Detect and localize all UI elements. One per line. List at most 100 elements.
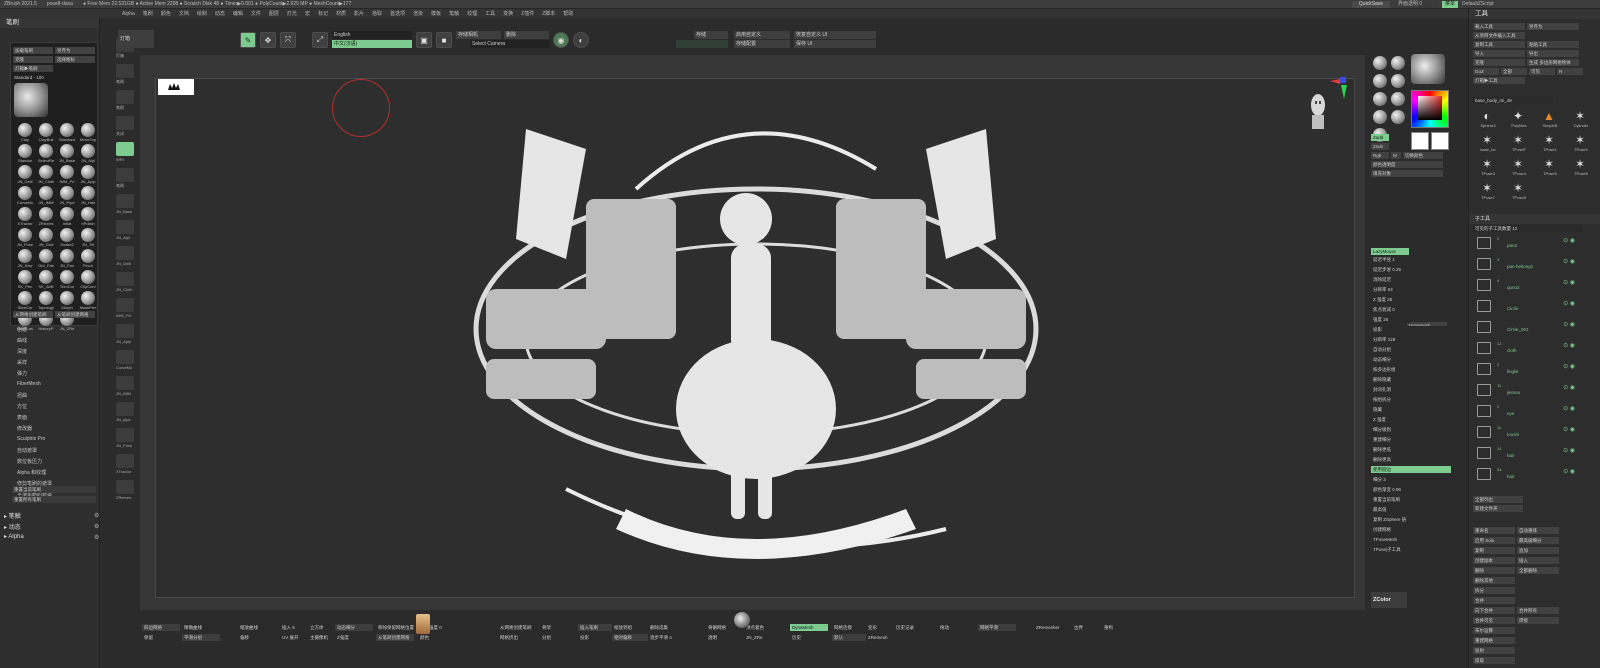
save-camera-button[interactable]: 存储相机 bbox=[456, 31, 501, 39]
brush-icon[interactable] bbox=[60, 270, 74, 284]
menu-item[interactable]: 渲染 bbox=[409, 10, 427, 17]
viewport-canvas[interactable] bbox=[155, 77, 1355, 598]
brush-submenu-item[interactable]: 弹力 bbox=[17, 370, 27, 377]
menu-item[interactable]: 帮助 bbox=[559, 10, 577, 17]
color-picker-square[interactable] bbox=[1418, 96, 1442, 120]
default-zscript-button[interactable]: DefaultZScript bbox=[1462, 1, 1500, 8]
zadd-button[interactable]: Zadd bbox=[1371, 134, 1389, 141]
brush-icon[interactable] bbox=[18, 291, 32, 305]
tray-brush-icon[interactable] bbox=[1391, 56, 1405, 70]
eye-icon[interactable]: ⊙ ◉ bbox=[1563, 405, 1575, 412]
menu-item[interactable]: 笔触 bbox=[445, 10, 463, 17]
brush-icon[interactable] bbox=[18, 249, 32, 263]
tray-slider[interactable]: 细分级别 bbox=[1371, 426, 1451, 433]
menu-item[interactable]: 图层 bbox=[265, 10, 283, 17]
tool-thumbnail-icon[interactable]: ✦ bbox=[1510, 109, 1526, 123]
subtool-row[interactable]: 3 pan-heitong1 ⊙ ◉ bbox=[1477, 256, 1575, 274]
tray-slider[interactable]: 删除更低 bbox=[1371, 446, 1451, 453]
tool-action-button[interactable]: 复制工具 bbox=[1473, 41, 1525, 48]
menu-item[interactable]: 文件 bbox=[247, 10, 265, 17]
orientation-head-gizmo[interactable] bbox=[1306, 89, 1330, 133]
list-all-button[interactable]: 全部列出 bbox=[1473, 496, 1523, 503]
tray-slider[interactable]: 删除隐藏 bbox=[1371, 376, 1411, 383]
color-swatch[interactable] bbox=[1431, 132, 1449, 150]
subtool-title[interactable]: 子工具 bbox=[1469, 214, 1600, 224]
eye-icon[interactable]: ⊙ ◉ bbox=[1563, 342, 1575, 349]
menu-item[interactable]: 宏 bbox=[301, 10, 314, 17]
tray-brush-icon[interactable] bbox=[1391, 74, 1405, 88]
subtool-action-button[interactable]: 创建副本 bbox=[1473, 557, 1515, 564]
subtool-action-button[interactable]: 删除 bbox=[1473, 567, 1515, 574]
bottom-shelf-button[interactable]: 缩放曲线 bbox=[238, 624, 276, 631]
tray-slider[interactable]: Z 强度 bbox=[1371, 416, 1451, 423]
tool-action-button[interactable]: 粘贴工具 bbox=[1527, 41, 1579, 48]
eye-icon[interactable]: ⊙ ◉ bbox=[1563, 321, 1575, 328]
bottom-shelf-button[interactable]: 网格平滑 bbox=[978, 624, 1016, 631]
bottom-shelf-button[interactable]: 历史记录 bbox=[894, 624, 932, 631]
brush-icon[interactable] bbox=[39, 291, 53, 305]
tray-slider[interactable]: 投影 bbox=[1371, 326, 1451, 333]
bottom-shelf-button[interactable]: 网格连接 bbox=[832, 624, 870, 631]
gear-icon[interactable]: ⚙ bbox=[94, 512, 99, 519]
tray-slider[interactable]: 按组拆分 bbox=[1371, 396, 1451, 403]
clone-button[interactable]: 克隆 bbox=[13, 56, 53, 63]
tool-thumbnail-icon[interactable]: ✶ bbox=[1572, 109, 1588, 123]
tray-slider[interactable]: 自动分组 bbox=[1371, 346, 1411, 353]
tool-action-button[interactable]: 克隆 bbox=[1473, 59, 1525, 66]
tool-thumbnail-icon[interactable]: ✶ bbox=[1541, 157, 1557, 171]
subtool-row[interactable]: 11 toushi ⊙ ◉ bbox=[1477, 424, 1575, 442]
tool-thumbnail-icon[interactable]: ✶ bbox=[1510, 133, 1526, 147]
reset-current-brush-button[interactable]: 重置当前笔刷 bbox=[12, 486, 96, 493]
brush-icon[interactable] bbox=[39, 249, 53, 263]
brush-submenu-item[interactable]: FiberMesh bbox=[17, 381, 41, 387]
subtool-action-button[interactable]: 复制 bbox=[1473, 547, 1515, 554]
load-brush-button[interactable]: 加载笔刷 bbox=[13, 47, 53, 54]
brush-icon[interactable] bbox=[81, 228, 95, 242]
subtool-action-button[interactable]: 提取 bbox=[1473, 657, 1515, 664]
gear-icon[interactable]: ⚙ bbox=[94, 534, 99, 541]
tool-action-button[interactable]: 导入 bbox=[1473, 50, 1525, 57]
tool-action-button[interactable]: 载入工具 bbox=[1473, 23, 1525, 30]
tool-thumbnail-icon[interactable]: ✶ bbox=[1479, 157, 1495, 171]
brush-icon[interactable] bbox=[39, 165, 53, 179]
menu-item[interactable]: 文档 bbox=[175, 10, 193, 17]
bottom-shelf-button[interactable]: 从网格创建笔刷 bbox=[498, 624, 536, 631]
subtool-row[interactable]: Circle ⊙ ◉ bbox=[1477, 298, 1575, 316]
subtool-row[interactable]: 34 hair ⊙ ◉ bbox=[1477, 466, 1575, 484]
tray-slider[interactable]: 焦点衰减 0 bbox=[1371, 306, 1451, 313]
subtool-action-button[interactable]: 启用 Solo bbox=[1473, 537, 1515, 544]
subtool-action-button[interactable]: 删除其他 bbox=[1473, 577, 1515, 584]
eye-icon[interactable]: ⊙ ◉ bbox=[1563, 279, 1575, 286]
eye-icon[interactable]: ⊙ ◉ bbox=[1563, 363, 1575, 370]
bottom-shelf-button[interactable]: 精确曲线 bbox=[182, 624, 220, 631]
menu-item[interactable]: 纹理 bbox=[463, 10, 481, 17]
brush-submenu-item[interactable]: 扭曲 bbox=[17, 392, 27, 399]
bottom-shelf-button[interactable]: 逐步平滑 4 bbox=[648, 634, 686, 641]
focus-toggle-icon[interactable]: ◐ bbox=[573, 32, 589, 48]
lightbox-brush-button[interactable]: 灯箱▶笔刷 bbox=[13, 65, 53, 72]
tool-action-button[interactable]: 从项目文件载入工具 bbox=[1473, 32, 1525, 39]
stroke-palette-title[interactable]: ▸ 笔触 bbox=[4, 511, 21, 520]
shelf-brush-button[interactable] bbox=[116, 246, 134, 260]
brush-icon[interactable] bbox=[60, 186, 74, 200]
brush-icon[interactable] bbox=[60, 123, 74, 137]
brush-submenu-item[interactable]: 深度 bbox=[17, 348, 27, 355]
subtool-action-button[interactable]: 合并可见 bbox=[1473, 617, 1515, 624]
menu-item[interactable]: 绘制 bbox=[193, 10, 211, 17]
tool-thumbnail-icon[interactable]: ✶ bbox=[1572, 133, 1588, 147]
brush-icon[interactable] bbox=[81, 144, 95, 158]
tool-action-button[interactable]: R bbox=[1557, 68, 1583, 75]
tray-slider[interactable]: 强度 25 bbox=[1371, 316, 1411, 323]
eye-icon[interactable]: ⊙ ◉ bbox=[1563, 447, 1575, 454]
rgb-intensity-button[interactable]: 切换颜色 bbox=[1403, 152, 1443, 159]
eye-icon[interactable]: ⊙ ◉ bbox=[1563, 468, 1575, 475]
shelf-brush-button[interactable] bbox=[116, 142, 134, 156]
tool-action-button[interactable]: 可见 bbox=[1529, 68, 1555, 75]
brush-icon[interactable] bbox=[18, 270, 32, 284]
menu-item[interactable]: Alpha bbox=[118, 11, 139, 17]
tool-action-button[interactable]: 灯箱▶工具 bbox=[1473, 77, 1525, 84]
subtool-row[interactable]: 14 hair ⊙ ◉ bbox=[1477, 445, 1575, 463]
shelf-brush-button[interactable] bbox=[116, 116, 134, 130]
shelf-brush-button[interactable] bbox=[116, 220, 134, 234]
bottom-shelf-button[interactable]: 保留 bbox=[142, 634, 180, 641]
